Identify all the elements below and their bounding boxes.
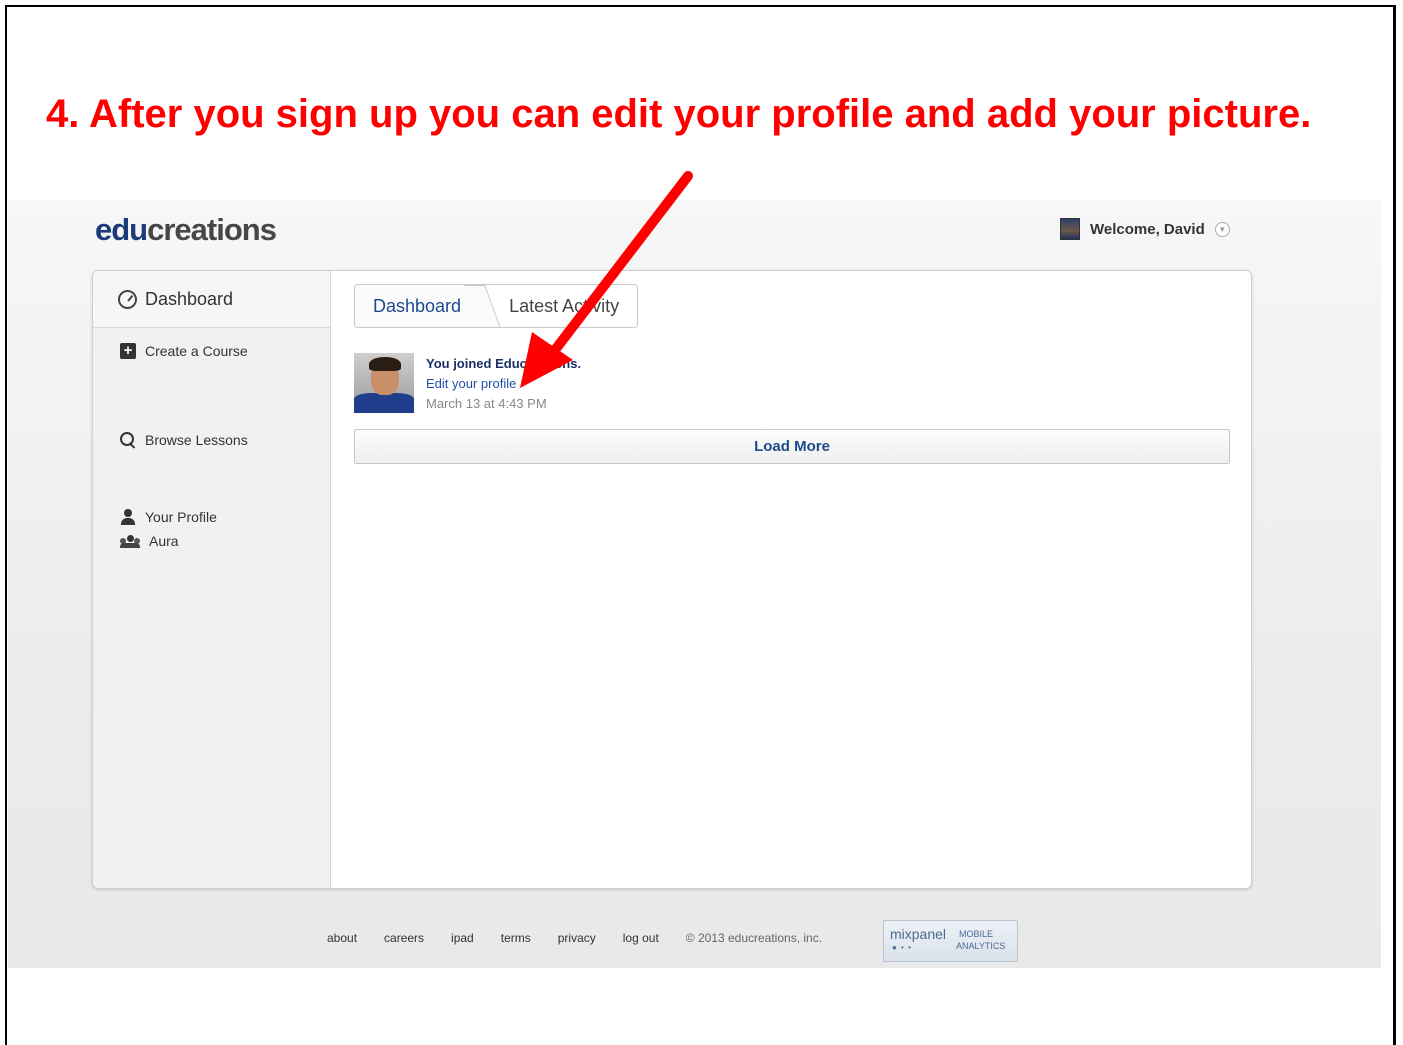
sidebar-item-label: Aura bbox=[149, 533, 179, 549]
app-screenshot: educreations Welcome, David ▼ Dashboard … bbox=[8, 200, 1381, 968]
mixpanel-badge[interactable]: mixpanel ● • • MOBILE ANALYTICS bbox=[883, 920, 1018, 962]
breadcrumb-dashboard[interactable]: Dashboard bbox=[355, 285, 484, 327]
search-icon bbox=[120, 432, 136, 448]
copyright: © 2013 educreations, inc. bbox=[685, 931, 823, 945]
activity-timestamp: March 13 at 4:43 PM bbox=[426, 396, 547, 411]
breadcrumb-latest-activity-label: Latest Activity bbox=[509, 295, 620, 316]
content-area: Dashboard Latest Activity You joined Edu… bbox=[332, 271, 1251, 888]
sidebar-item-your-profile[interactable]: Your Profile bbox=[120, 509, 217, 525]
sidebar-item-create-course[interactable]: + Create a Course bbox=[120, 343, 248, 359]
sidebar: Dashboard + Create a Course Browse Lesso… bbox=[93, 271, 331, 888]
load-more-button[interactable]: Load More bbox=[354, 429, 1230, 464]
chevron-down-icon[interactable]: ▼ bbox=[1214, 221, 1230, 237]
breadcrumb: Dashboard Latest Activity bbox=[354, 284, 639, 328]
user-menu[interactable]: Welcome, David ▼ bbox=[1060, 218, 1230, 240]
mixpanel-analytics: ANALYTICS bbox=[956, 941, 1006, 951]
main-panel: Dashboard + Create a Course Browse Lesso… bbox=[92, 270, 1252, 889]
breadcrumb-dashboard-label: Dashboard bbox=[373, 295, 462, 316]
footer-link-logout[interactable]: log out bbox=[623, 931, 659, 945]
footer-link-terms[interactable]: terms bbox=[501, 931, 531, 945]
sidebar-item-label: Your Profile bbox=[145, 509, 217, 525]
slide-title: 4. After you sign up you can edit your p… bbox=[46, 92, 1312, 136]
sidebar-item-label: Create a Course bbox=[145, 343, 248, 359]
mixpanel-mobile: MOBILE bbox=[959, 929, 994, 939]
group-icon bbox=[120, 534, 140, 548]
mixpanel-dots-icon: ● • • bbox=[892, 943, 912, 952]
footer-link-careers[interactable]: careers bbox=[384, 931, 424, 945]
footer-link-about[interactable]: about bbox=[327, 931, 357, 945]
educreations-logo[interactable]: educreations bbox=[95, 212, 277, 248]
footer-link-ipad[interactable]: ipad bbox=[451, 931, 474, 945]
dashboard-gauge-icon bbox=[118, 289, 137, 309]
logo-edu: edu bbox=[95, 212, 148, 247]
person-icon bbox=[120, 509, 136, 525]
mixpanel-brand: mixpanel bbox=[890, 926, 947, 942]
edit-profile-link[interactable]: Edit your profile bbox=[426, 376, 581, 391]
footer-links: about careers ipad terms privacy log out… bbox=[327, 931, 822, 945]
sidebar-item-dashboard[interactable]: Dashboard bbox=[93, 271, 330, 328]
avatar[interactable] bbox=[354, 353, 414, 413]
user-avatar-icon bbox=[1060, 218, 1080, 240]
sidebar-item-aura[interactable]: Aura bbox=[120, 533, 179, 549]
sidebar-item-browse-lessons[interactable]: Browse Lessons bbox=[120, 432, 248, 448]
sidebar-item-label: Dashboard bbox=[145, 288, 234, 309]
activity-text: You joined Educreations. Edit your profi… bbox=[426, 353, 581, 413]
sidebar-item-label: Browse Lessons bbox=[145, 432, 248, 448]
breadcrumb-latest-activity[interactable]: Latest Activity bbox=[483, 285, 637, 327]
plus-icon: + bbox=[120, 343, 136, 359]
footer: about careers ipad terms privacy log out… bbox=[8, 920, 1381, 962]
activity-item: You joined Educreations. Edit your profi… bbox=[354, 353, 581, 413]
welcome-text: Welcome, David bbox=[1090, 220, 1205, 238]
logo-creations: creations bbox=[147, 212, 277, 247]
footer-link-privacy[interactable]: privacy bbox=[558, 931, 596, 945]
activity-headline: You joined Educreations. bbox=[426, 356, 582, 371]
